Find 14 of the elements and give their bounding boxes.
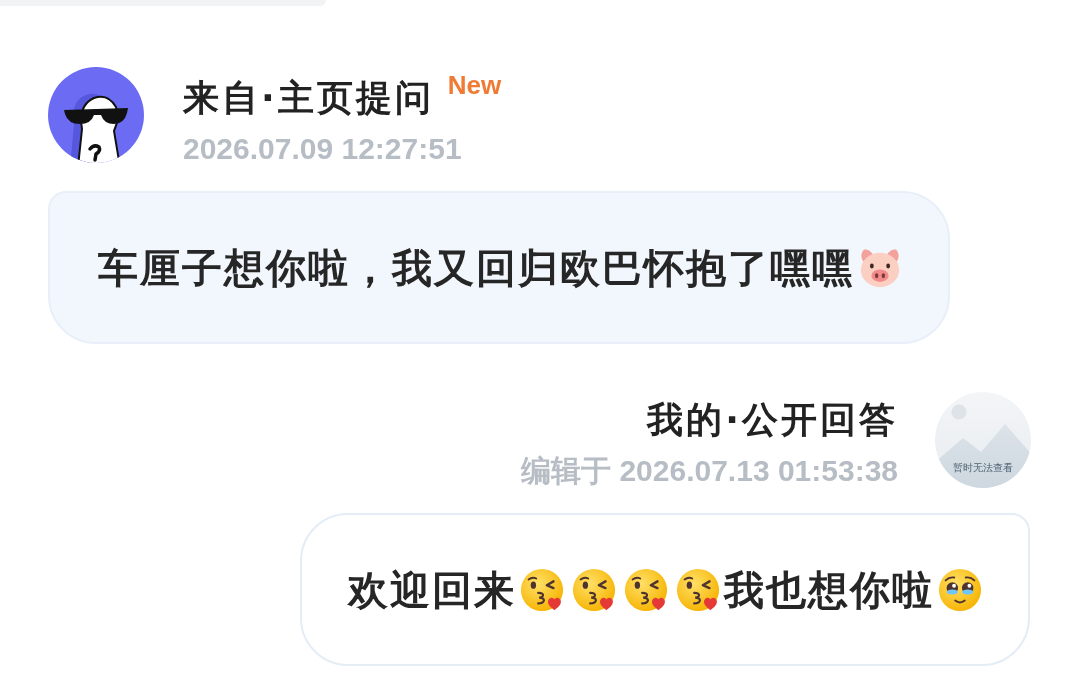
message-text: 车厘子想你啦，我又回归欧巴怀抱了嘿嘿 <box>98 243 854 292</box>
new-label: New <box>447 70 502 100</box>
kissing-face-icon <box>675 566 721 613</box>
kissing-face-icon <box>519 566 565 613</box>
message-text: 我也想你啦 <box>724 565 934 614</box>
kissing-face-icon <box>623 566 669 613</box>
kissing-face-icon <box>571 566 617 613</box>
section-title: 我的·公开回答 <box>647 398 898 442</box>
timestamp: 编辑于 2026.07.13 01:53:38 <box>521 453 898 489</box>
placeholder-text: 暂时无法查看 <box>953 462 1013 474</box>
timestamp: 2026.07.09 12:27:51 <box>183 131 462 167</box>
teary-face-icon <box>937 566 983 613</box>
message-text: 欢迎回来 <box>348 565 516 614</box>
section-title: 来自·主页提问 <box>183 76 434 120</box>
